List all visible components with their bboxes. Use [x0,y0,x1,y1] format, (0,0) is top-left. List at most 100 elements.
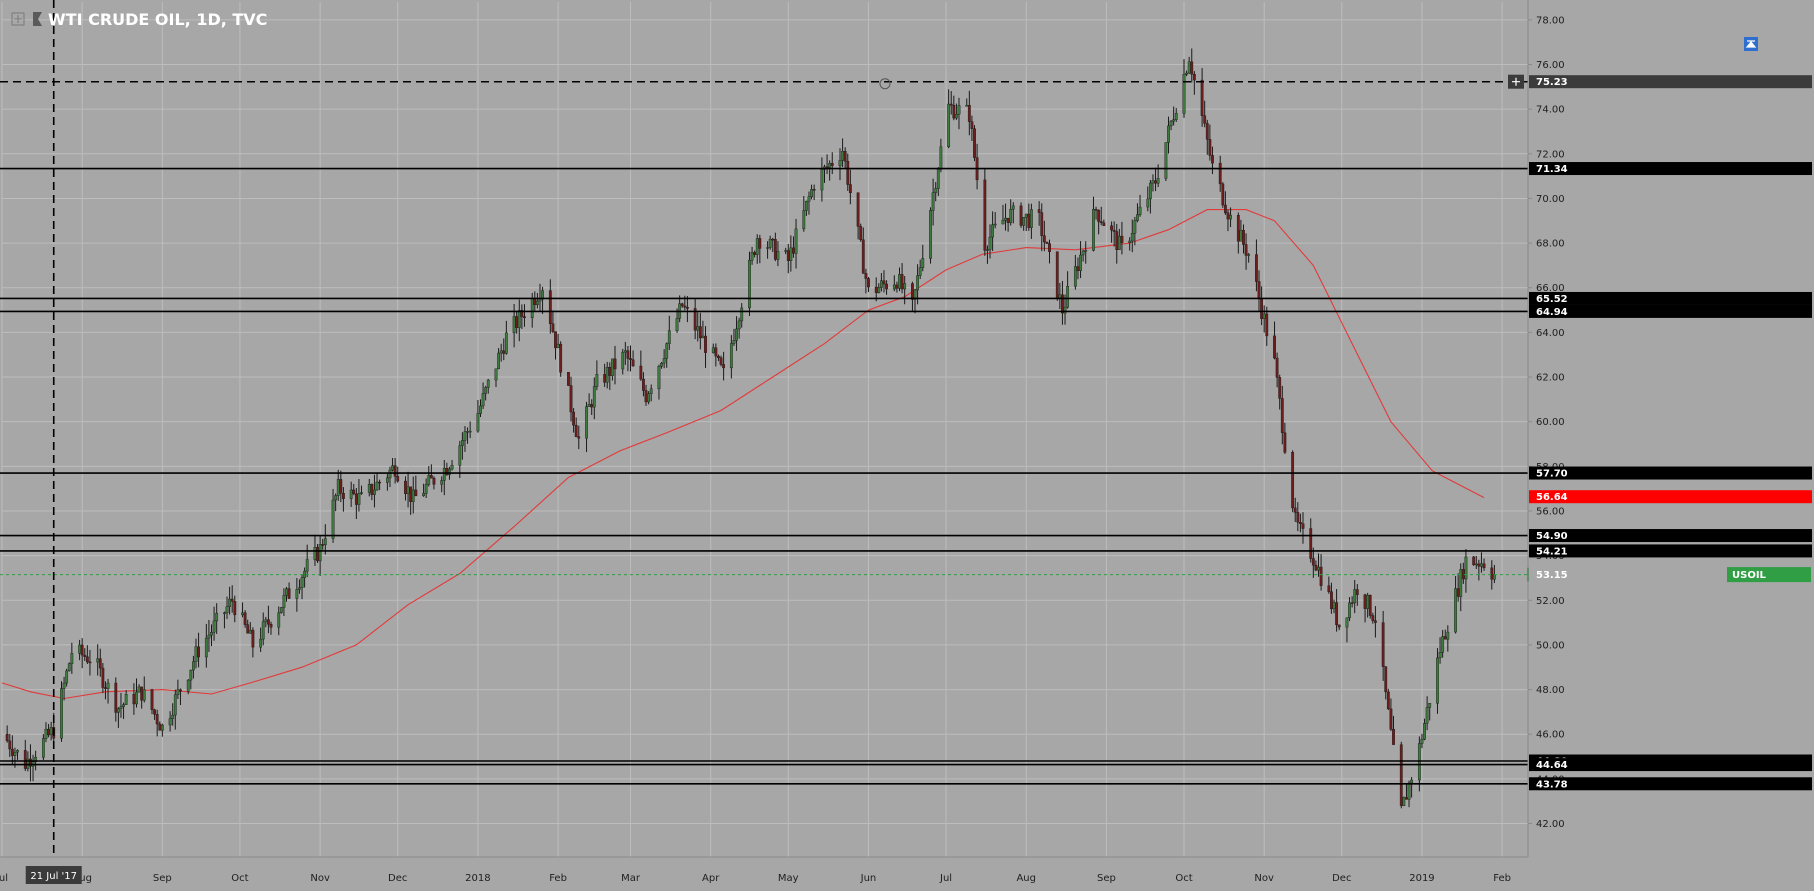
candle-up [212,620,216,633]
price-chart[interactable]: 42.0044.0046.0048.0050.0052.0054.0056.00… [0,0,1814,887]
candle-up [171,714,175,719]
candle-down [830,163,834,166]
candle-down [1040,212,1044,236]
candle-up [1009,209,1013,223]
candle-down [572,411,576,426]
candle-up [1169,120,1173,127]
dashed-level-label-bg [1529,75,1812,89]
candle-down [639,365,643,380]
candle-up [1011,205,1015,210]
candle-down [1314,564,1318,571]
candle-up [1428,703,1432,708]
candle-up [479,405,482,414]
candle-up [494,368,498,381]
symbol-label: USOIL [1732,570,1767,581]
candle-down [1363,594,1367,609]
y-tick-label: 76.00 [1536,60,1565,71]
candle-down [629,358,632,360]
candle-down [952,104,956,119]
candle-up [768,238,772,248]
candle-up [65,670,69,684]
x-tick-label: Nov [310,873,330,884]
candle-up [621,351,625,370]
candle-up [623,350,627,353]
candle-down [150,689,154,710]
candle-down [47,728,50,736]
candle-up [748,260,751,309]
candle-up [282,595,286,608]
level-label-bg [1529,304,1812,318]
candle-down [1200,79,1204,116]
candle-up [1436,657,1439,704]
candle-up [442,468,446,481]
candle-down [1242,230,1245,245]
candle-down [1205,123,1209,140]
candle-up [665,343,669,359]
candle-down [1236,215,1240,242]
candle-down [1392,729,1395,745]
candle-up [898,274,901,289]
chart-container[interactable]: 42.0044.0046.0048.0050.0052.0054.0056.00… [0,0,1814,887]
candle-down [1472,556,1476,566]
candle-down [354,493,358,505]
candle-up [1136,214,1139,221]
candle-up [336,479,340,496]
candle-down [773,238,777,260]
candle-up [1066,285,1070,308]
candle-up [957,105,961,115]
candle-up [530,298,534,319]
x-tick-label: Feb [549,873,567,884]
candle-down [719,357,723,365]
candle-down [80,644,84,656]
candle-up [440,480,444,485]
candle-up [1474,563,1478,566]
candle-down [1327,585,1331,592]
candle-up [711,347,715,353]
y-tick-label: 62.00 [1536,373,1565,384]
candle-down [8,740,12,750]
candle-up [667,330,671,344]
candle-up [349,489,353,499]
candle-up [215,612,219,622]
candle-down [1296,512,1300,523]
candle-up [1454,588,1457,633]
candle-down [1061,294,1064,314]
candle-up [313,547,317,560]
candle-down [104,687,107,689]
candle-down [1045,241,1049,244]
candle-down [10,748,14,756]
candle-down [1330,591,1333,610]
candle-down [1257,281,1261,299]
candle-down [1260,298,1263,319]
candle-up [1410,779,1414,784]
candle-down [393,465,397,477]
candle-down [1203,115,1207,124]
candle-down [885,283,888,290]
candle-up [207,634,211,639]
candle-down [1019,205,1023,226]
candle-up [116,708,120,713]
candle-up [300,577,304,588]
candle-down [792,247,795,254]
candle-down [1208,139,1212,156]
candle-up [223,612,226,615]
candle-up [1079,254,1082,272]
level-label: 43.78 [1536,779,1568,790]
x-tick-label: 2018 [465,873,490,884]
candle-down [533,298,537,305]
candle-up [585,406,588,439]
candle-down [158,723,162,731]
candle-down [1298,521,1302,524]
candle-down [370,484,374,495]
candle-down [1192,74,1196,81]
candle-up [918,267,922,276]
candle-up [277,612,281,628]
candle-up [62,682,66,689]
candle-up [931,192,935,211]
candle-up [1423,723,1426,740]
candle-down [1283,432,1287,453]
x-tick-label: Nov [1254,873,1274,884]
candle-up [1345,617,1349,628]
candle-up [879,280,883,288]
candle-up [499,350,503,354]
